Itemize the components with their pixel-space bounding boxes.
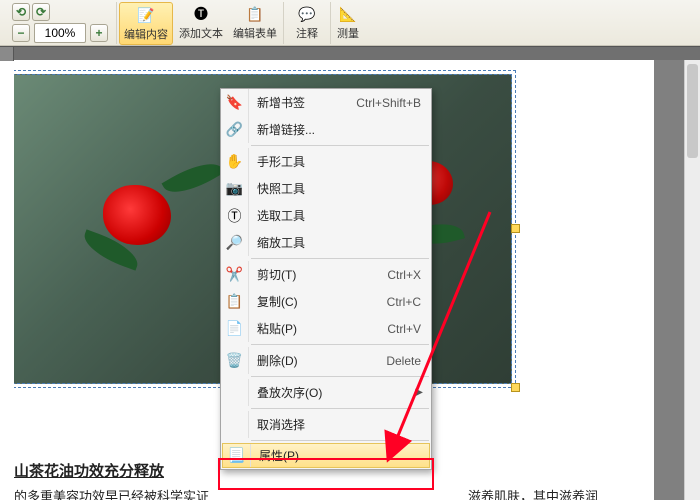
zoom-in-button[interactable]: +: [90, 24, 108, 42]
zoom-value[interactable]: 100%: [34, 23, 86, 43]
menu-item[interactable]: 取消选择: [221, 411, 431, 438]
resize-handle-e[interactable]: [511, 224, 520, 233]
menu-item[interactable]: 叠放次序(O)▶: [221, 379, 431, 406]
menu-shortcut: Ctrl+Shift+B: [356, 96, 431, 110]
menu-item[interactable]: 🔖新增书签Ctrl+Shift+B: [221, 89, 431, 116]
menu-separator: [251, 440, 429, 441]
nav-zoom-group: ⟲ ⟳ − 100% +: [4, 2, 117, 44]
menu-shortcut: Ctrl+C: [387, 295, 431, 309]
copy-icon: 📋: [221, 288, 249, 315]
tab-strip: [0, 46, 700, 60]
menu-item-label: 快照工具: [249, 180, 431, 197]
menu-item-label: 粘贴(P): [249, 320, 387, 337]
prev-page-button[interactable]: ⟲: [12, 3, 30, 21]
menu-item[interactable]: 🗑️删除(D)Delete: [221, 347, 431, 374]
edit-form-icon: 📋: [245, 4, 265, 24]
menu-item-label: 剪切(T): [249, 266, 387, 283]
flower-shape: [103, 185, 171, 245]
menu-item[interactable]: 🔗新增链接...: [221, 116, 431, 143]
menu-item-label: 缩放工具: [249, 234, 431, 251]
bookmark-icon: 🔖: [221, 89, 249, 116]
menu-shortcut: Delete: [386, 354, 431, 368]
zoom-icon: 🔎: [221, 229, 249, 256]
menu-item[interactable]: 📄粘贴(P)Ctrl+V: [221, 315, 431, 342]
menu-item-label: 选取工具: [249, 207, 431, 224]
menu-item-label: 新增链接...: [249, 121, 431, 138]
paste-icon: 📄: [221, 315, 249, 342]
doc-heading: 山茶花油功效充分释放: [14, 460, 164, 481]
menu-item-label: 取消选择: [249, 416, 431, 433]
next-page-button[interactable]: ⟳: [32, 3, 50, 21]
menu-separator: [251, 145, 429, 146]
camera-icon: 📷: [221, 175, 249, 202]
submenu-arrow-icon: ▶: [415, 387, 431, 398]
blank-icon: [221, 411, 249, 438]
menu-separator: [251, 408, 429, 409]
menu-separator: [251, 258, 429, 259]
vertical-scrollbar[interactable]: [684, 60, 700, 500]
delete-icon: 🗑️: [221, 347, 249, 374]
menu-item[interactable]: 📋复制(C)Ctrl+C: [221, 288, 431, 315]
scrollbar-thumb[interactable]: [687, 64, 698, 158]
annotate-button[interactable]: 💬 注释: [292, 2, 322, 43]
menu-item[interactable]: ✋手形工具: [221, 148, 431, 175]
menu-item[interactable]: 📷快照工具: [221, 175, 431, 202]
doc-body-text: 滋养肌肤，其中滋养润: [468, 486, 598, 500]
annotate-icon: 💬: [297, 4, 317, 24]
measure-icon: 📐: [338, 4, 358, 24]
menu-shortcut: Ctrl+X: [387, 268, 431, 282]
tab-end[interactable]: [0, 47, 14, 61]
main-toolbar: ⟲ ⟳ − 100% + 📝 编辑内容 🅣 添加文本 📋 编辑表单 💬 注释 📐…: [0, 0, 700, 46]
menu-item[interactable]: ✂️剪切(T)Ctrl+X: [221, 261, 431, 288]
leaf-shape: [162, 153, 225, 202]
menu-item-label: 手形工具: [249, 153, 431, 170]
menu-item[interactable]: Ⓣ选取工具: [221, 202, 431, 229]
edit-form-button[interactable]: 📋 编辑表单: [229, 2, 281, 43]
menu-item[interactable]: 🔎缩放工具: [221, 229, 431, 256]
edit-content-button[interactable]: 📝 编辑内容: [119, 2, 173, 45]
cut-icon: ✂️: [221, 261, 249, 288]
context-menu: 🔖新增书签Ctrl+Shift+B🔗新增链接...✋手形工具📷快照工具Ⓣ选取工具…: [220, 88, 432, 470]
link-icon: 🔗: [221, 116, 249, 143]
menu-shortcut: Ctrl+V: [387, 322, 431, 336]
menu-item[interactable]: 📃属性(P)...: [222, 443, 430, 468]
select-icon: Ⓣ: [221, 202, 249, 229]
menu-item-label: 复制(C): [249, 293, 387, 310]
menu-separator: [251, 344, 429, 345]
edit-content-icon: 📝: [136, 5, 156, 25]
menu-item-label: 叠放次序(O): [249, 384, 415, 401]
menu-item-label: 属性(P)...: [251, 447, 429, 464]
menu-item-label: 删除(D): [249, 352, 386, 369]
add-text-button[interactable]: 🅣 添加文本: [175, 2, 227, 43]
props-icon: 📃: [223, 444, 251, 467]
add-text-icon: 🅣: [191, 4, 211, 24]
zoom-out-button[interactable]: −: [12, 24, 30, 42]
hand-icon: ✋: [221, 148, 249, 175]
menu-separator: [251, 376, 429, 377]
resize-handle-se[interactable]: [511, 383, 520, 392]
blank-icon: [221, 379, 249, 406]
doc-body-text: 的多重美容功效早已经被科学实证: [14, 486, 209, 500]
menu-item-label: 新增书签: [249, 94, 356, 111]
measure-button[interactable]: 📐 测量: [333, 2, 363, 43]
